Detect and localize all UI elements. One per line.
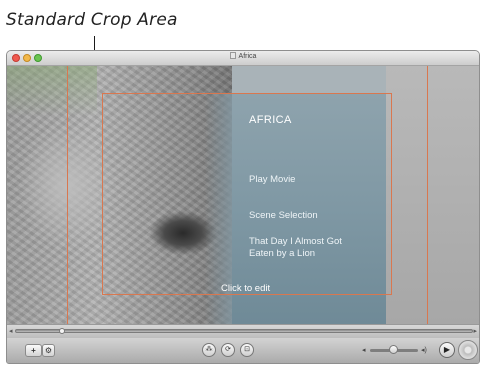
scrub-bar[interactable]: ◂ ▸ (7, 324, 479, 338)
network-icon[interactable]: ⁂ (202, 343, 216, 357)
volume-high-icon: ◂) (421, 347, 427, 354)
volume-low-icon: ◂ (362, 347, 366, 354)
menu-button-play-movie[interactable]: Play Movie (249, 174, 295, 186)
volume-slider-knob[interactable] (389, 345, 398, 354)
menu-button-lion-story[interactable]: That Day I Almost Got Eaten by a Lion (249, 236, 369, 260)
app-window: Africa AFRICA Play Movie Scene Selection… (6, 50, 480, 364)
scrub-playhead[interactable] (59, 328, 65, 334)
window-title-text: Africa (238, 53, 257, 60)
click-to-edit-text[interactable]: Click to edit (221, 283, 270, 294)
play-button[interactable]: ▶ (439, 342, 455, 358)
title-safe-area-guide (102, 93, 392, 295)
menu-title[interactable]: AFRICA (249, 114, 292, 126)
scrub-start-icon: ◂ (9, 328, 13, 335)
remote-control-icon[interactable] (458, 340, 478, 360)
loop-icon[interactable]: ⟳ (221, 343, 235, 357)
scrub-end-icon: ▸ (473, 328, 477, 335)
bottom-toolbar: + ⚙ ⁂ ⟳ ⊡ ◂ ◂) ▶ (7, 338, 479, 363)
gear-icon[interactable]: ⚙ (42, 344, 55, 357)
window-title: Africa (7, 52, 479, 60)
menu-button-scene-selection[interactable]: Scene Selection (249, 210, 318, 222)
scrub-track[interactable] (15, 329, 473, 333)
document-icon (229, 52, 236, 59)
crop-area-caption: Standard Crop Area (6, 10, 178, 30)
menu-editor-canvas[interactable]: AFRICA Play Movie Scene Selection That D… (7, 66, 479, 324)
add-button[interactable]: + (25, 344, 42, 357)
title-bar[interactable]: Africa (7, 51, 479, 66)
record-icon[interactable]: ⊡ (240, 343, 254, 357)
